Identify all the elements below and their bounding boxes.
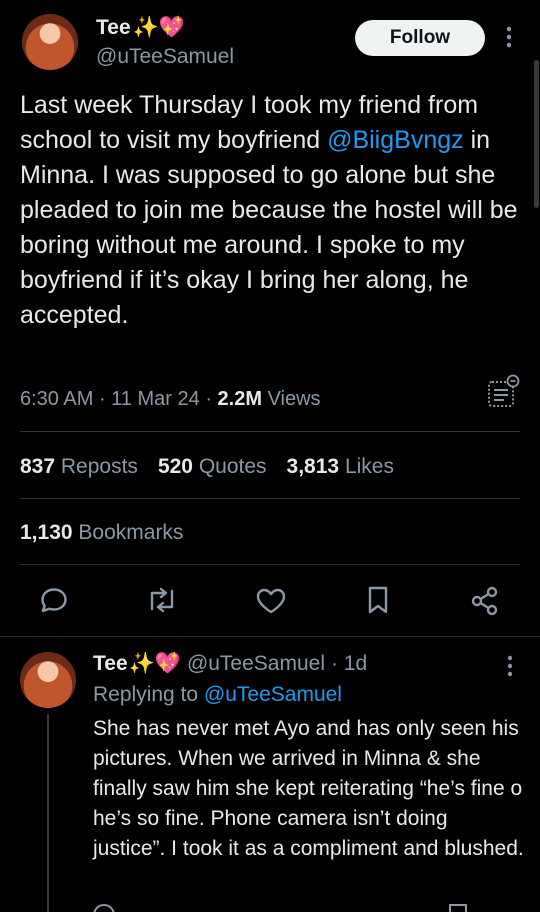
bookmarks-count: 1,130 bbox=[20, 521, 73, 544]
reply-text: She has never met Ayo and has only seen … bbox=[93, 717, 524, 860]
reposts-count: 837 bbox=[20, 455, 56, 478]
bookmarks-stat[interactable]: 1,130 Bookmarks bbox=[20, 521, 183, 545]
divider bbox=[20, 564, 520, 565]
thread-line bbox=[47, 714, 49, 912]
reply-actions-partial bbox=[93, 904, 523, 912]
reply-header: Tee ✨💖 @uTeeSamuel · 1d bbox=[93, 652, 367, 676]
reply-more-options-icon[interactable] bbox=[507, 655, 513, 682]
reply-author-name-group[interactable]: Tee ✨💖 bbox=[93, 652, 181, 676]
bookmarks-label: Bookmarks bbox=[78, 521, 184, 544]
meta-separator: · bbox=[205, 388, 218, 410]
stats-row: 837 Reposts 520 Quotes 3,813 Likes bbox=[20, 455, 394, 479]
reply-bookmark-icon[interactable] bbox=[449, 904, 467, 912]
tweet-time[interactable]: 6:30 AM bbox=[20, 388, 93, 410]
reposts-label: Reposts bbox=[60, 455, 138, 478]
reply-author-avatar[interactable] bbox=[20, 652, 76, 708]
tweet-meta: 6:30 AM · 11 Mar 24 · 2.2M Views bbox=[20, 388, 321, 411]
views-label: Views bbox=[267, 388, 321, 410]
reply-author-handle[interactable]: @uTeeSamuel bbox=[187, 652, 325, 676]
meta-separator: · bbox=[98, 388, 112, 410]
author-emoji: ✨💖 bbox=[132, 16, 185, 39]
author-name[interactable]: Tee bbox=[96, 16, 131, 40]
more-options-icon[interactable] bbox=[506, 26, 516, 50]
author-name-row[interactable]: Tee ✨💖 bbox=[96, 16, 185, 40]
divider bbox=[20, 431, 520, 432]
author-avatar[interactable] bbox=[22, 14, 78, 70]
quotes-count: 520 bbox=[157, 455, 193, 478]
quotes-label: Quotes bbox=[198, 455, 267, 478]
replying-to-handle[interactable]: @uTeeSamuel bbox=[204, 683, 342, 706]
reply-reply-icon[interactable] bbox=[93, 904, 115, 912]
tweet-text-part-2: in Minna. I was supposed to go alone but… bbox=[20, 126, 518, 329]
replying-to: Replying to @uTeeSamuel bbox=[93, 683, 342, 707]
bookmark-icon[interactable] bbox=[366, 586, 390, 614]
author-handle[interactable]: @uTeeSamuel bbox=[96, 45, 234, 69]
repost-icon[interactable] bbox=[145, 587, 179, 613]
divider bbox=[20, 498, 520, 499]
tweet-text: Last week Thursday I took my friend from… bbox=[20, 88, 522, 333]
scrollbar[interactable] bbox=[534, 60, 539, 208]
like-icon[interactable] bbox=[256, 588, 286, 614]
quotes-stat[interactable]: 520 Quotes bbox=[158, 455, 267, 479]
reply-author-emoji: ✨💖 bbox=[128, 652, 181, 675]
views-count: 2.2M bbox=[217, 388, 262, 410]
divider bbox=[0, 636, 540, 637]
reply-age[interactable]: · 1d bbox=[331, 652, 367, 676]
notes-icon[interactable] bbox=[486, 374, 522, 413]
share-icon[interactable] bbox=[470, 586, 500, 616]
mention-link[interactable]: @BiigBvngz bbox=[327, 126, 464, 154]
reposts-stat[interactable]: 837 Reposts bbox=[20, 455, 138, 479]
likes-stat[interactable]: 3,813 Likes bbox=[287, 455, 394, 479]
reply-author-name: Tee bbox=[93, 652, 128, 675]
follow-button[interactable]: Follow bbox=[355, 20, 485, 56]
likes-count: 3,813 bbox=[286, 455, 340, 478]
reply-icon[interactable] bbox=[40, 587, 68, 613]
tweet-date[interactable]: 11 Mar 24 bbox=[111, 388, 200, 410]
replying-to-label: Replying to bbox=[93, 683, 199, 706]
likes-label: Likes bbox=[344, 455, 394, 478]
